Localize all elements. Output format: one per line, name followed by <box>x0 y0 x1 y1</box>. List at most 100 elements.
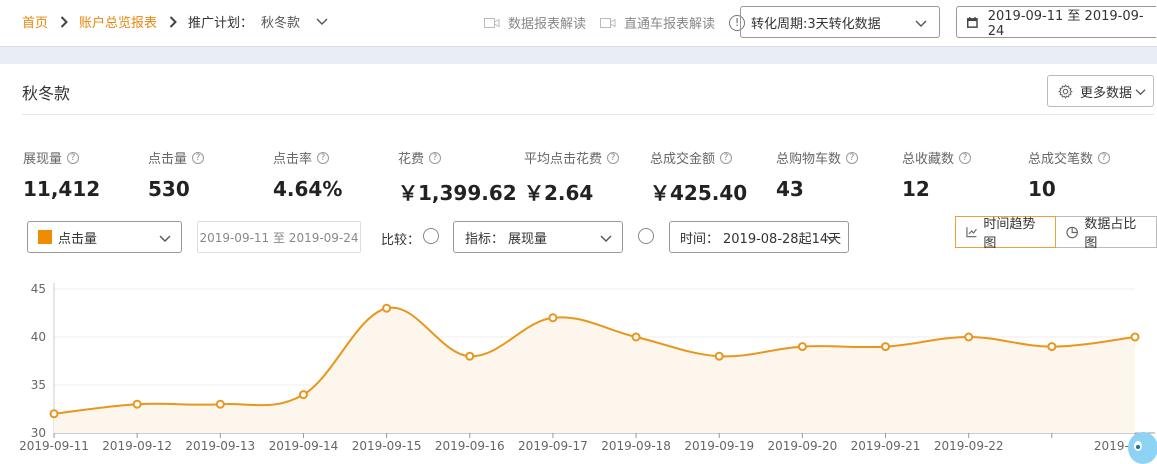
x-tick-label: 2019-09-13 <box>185 439 255 453</box>
data-point <box>49 409 59 419</box>
data-point <box>881 342 891 352</box>
y-tick-label: 30 <box>31 426 46 440</box>
metric-avg-cpc[interactable]: 平均点击花费? ￥2.64 <box>524 148 620 206</box>
section-title: 秋冬款 <box>22 84 71 103</box>
series-color-swatch <box>38 230 52 244</box>
metric-value: 11,412 <box>23 177 101 201</box>
trend-chart: 30 35 40 45 2019-09-11 2019-09-12 2019-09-13 20… <box>19 282 1155 453</box>
indicator-value: 展现量 <box>508 231 548 247</box>
ztc-report-guide-link[interactable]: 直通车报表解读 <box>600 13 715 32</box>
data-point <box>215 399 225 409</box>
plan-value: 秋冬款 <box>261 16 301 31</box>
help-icon[interactable]: ? <box>959 151 972 164</box>
data-point <box>1130 332 1140 342</box>
gear-icon <box>1058 83 1073 99</box>
section-divider <box>22 114 1154 115</box>
metric-label: 点击率 <box>273 152 313 167</box>
tab-data-share[interactable]: 数据占比图 <box>1056 216 1157 251</box>
indicator-select[interactable]: 指标： 展现量 <box>453 221 623 253</box>
conversion-period-select[interactable]: 转化周期:3天转化数据 <box>740 6 940 38</box>
y-tick-label: 45 <box>31 282 46 296</box>
metric-favorites[interactable]: 总收藏数? 12 <box>902 148 972 201</box>
data-point <box>631 332 641 342</box>
time-label: 时间： <box>680 231 720 247</box>
header-band <box>0 46 1157 64</box>
time-compare-radio[interactable] <box>638 228 654 244</box>
help-icon[interactable]: ? <box>607 151 620 164</box>
x-tick-label: 2019-09-14 <box>269 439 339 453</box>
compare-radio[interactable] <box>423 228 439 244</box>
data-point <box>964 332 974 342</box>
x-tick-label: 2019-09-16 <box>435 439 505 453</box>
top-bar: 首页 账户总览报表 推广计划： 秋冬款 数据报表解读 直通车报表解读 ! 转化周期… <box>0 0 1157 44</box>
metric-cost[interactable]: 花费? ￥1,399.62 <box>398 148 517 206</box>
metric-value: 43 <box>776 177 804 201</box>
x-tick-label: 2019-09-12 <box>102 439 172 453</box>
metric-label: 展现量 <box>23 152 63 167</box>
data-point <box>465 351 475 361</box>
x-tick-label: 2019-09-15 <box>352 439 422 453</box>
chevron-down-icon <box>1135 88 1146 95</box>
metric-value: 530 <box>148 177 190 201</box>
video-icon <box>484 17 500 28</box>
date-range-picker[interactable]: 2019-09-11 至 2019-09-24 <box>956 6 1156 39</box>
breadcrumb-home-link[interactable]: 首页 <box>22 12 48 31</box>
breadcrumb-overview-link[interactable]: 账户总览报表 <box>79 12 157 31</box>
data-point <box>548 313 558 323</box>
help-icon[interactable]: ? <box>1098 151 1111 164</box>
metric-cart-adds[interactable]: 总购物车数? 43 <box>776 148 859 201</box>
chart-metric-value: 点击量 <box>58 231 98 247</box>
help-icon[interactable]: ? <box>429 151 442 164</box>
data-report-guide-label: 数据报表解读 <box>508 17 587 32</box>
calendar-icon <box>967 16 978 28</box>
metric-label: 总收藏数 <box>902 152 955 167</box>
data-report-guide-link[interactable]: 数据报表解读 <box>484 13 586 32</box>
plan-label: 推广计划： <box>188 16 254 31</box>
help-links: 数据报表解读 直通车报表解读 ! <box>484 13 746 32</box>
more-data-button[interactable]: 更多数据 <box>1047 75 1154 107</box>
date-range-value: 2019-09-11 至 2019-09-24 <box>987 9 1144 39</box>
data-point <box>382 303 392 313</box>
metric-label: 总购物车数 <box>776 152 842 167</box>
metric-label: 总成交金额 <box>650 152 716 167</box>
chart-view-toggle: 时间趋势图 数据占比图 <box>955 216 1157 251</box>
time-value: 2019-08-28起14天 <box>723 231 842 247</box>
pie-chart-icon <box>1066 226 1078 238</box>
metric-impressions[interactable]: 展现量? 11,412 <box>23 148 100 201</box>
compare-date-input[interactable]: 2019-09-11 至 2019-09-24 <box>197 221 361 253</box>
metric-clicks[interactable]: 点击量? 530 <box>148 148 205 201</box>
x-tick-label: 2019-09-11 <box>19 439 89 453</box>
metric-total-gmv[interactable]: 总成交金额? ￥425.40 <box>650 148 747 206</box>
chart-metric-select[interactable]: 点击量 <box>27 221 182 253</box>
plan-selector[interactable]: 推广计划： 秋冬款 <box>188 12 328 31</box>
metric-label: 总成交笔数 <box>1028 152 1094 167</box>
mascot-icon[interactable] <box>1125 428 1157 464</box>
series-area <box>54 307 1135 433</box>
chevron-right-icon <box>60 15 68 28</box>
indicator-label: 指标： <box>465 231 505 247</box>
help-icon[interactable]: ? <box>192 151 205 164</box>
tab-time-trend-label: 时间趋势图 <box>983 217 1036 251</box>
breadcrumb: 首页 账户总览报表 推广计划： 秋冬款 <box>22 12 328 31</box>
help-icon[interactable]: ? <box>846 151 859 164</box>
help-icon[interactable]: ? <box>317 151 330 164</box>
time-select[interactable]: 时间： 2019-08-28起14天 <box>669 221 849 253</box>
help-icon[interactable]: ? <box>67 151 80 164</box>
x-tick-label: 2019-09-19 <box>684 439 754 453</box>
compare-label: 比较： <box>381 233 421 248</box>
metric-value: 4.64% <box>273 177 343 201</box>
y-tick-label: 35 <box>31 378 46 392</box>
metric-label: 花费 <box>398 152 425 167</box>
conversion-period-value: 转化周期:3天转化数据 <box>751 16 881 32</box>
metric-ctr[interactable]: 点击率? 4.64% <box>273 148 342 201</box>
metric-value: 12 <box>902 177 930 201</box>
metric-orders[interactable]: 总成交笔数? 10 <box>1028 148 1111 201</box>
metric-value: 10 <box>1028 177 1056 201</box>
more-data-label: 更多数据 <box>1080 85 1133 101</box>
help-icon[interactable]: ? <box>720 151 733 164</box>
ztc-report-guide-label: 直通车报表解读 <box>624 17 716 32</box>
tab-time-trend[interactable]: 时间趋势图 <box>955 216 1057 251</box>
data-point <box>298 390 308 400</box>
chevron-right-icon <box>169 15 177 28</box>
metric-value: ￥1,399.62 <box>398 181 517 205</box>
